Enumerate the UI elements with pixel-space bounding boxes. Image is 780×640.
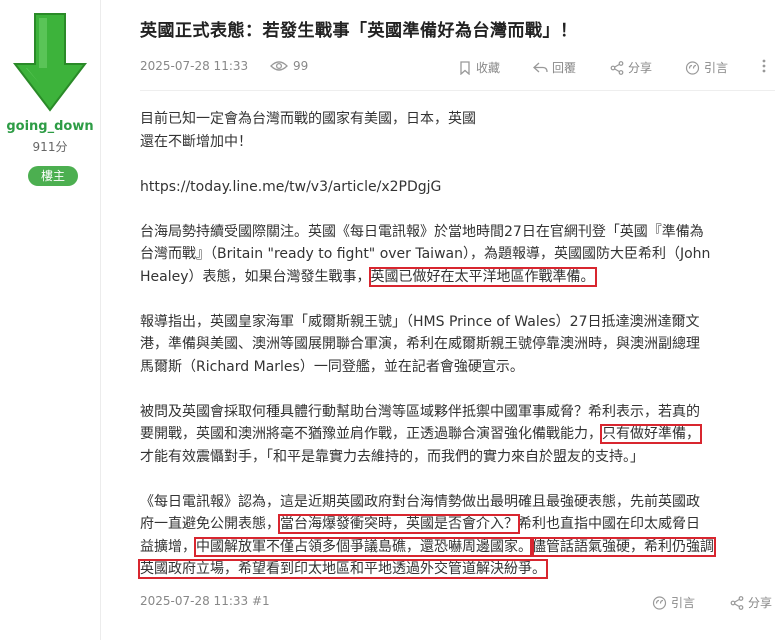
reply-icon [533, 62, 548, 72]
view-count: 99 [270, 59, 308, 73]
bookmark-button[interactable]: 收藏 [458, 59, 500, 76]
highlighted-text: 儘管話語氣強硬，希利仍強調 [530, 536, 716, 557]
reply-button[interactable]: 回覆 [533, 59, 576, 76]
article-link[interactable]: https://today.line.me/tw/v3/article/x2PD… [140, 176, 772, 199]
post-reference[interactable]: 2025-07-28 11:33 #1 [140, 594, 270, 608]
quote-label: 引言 [704, 61, 729, 75]
footer-quote-label: 引言 [671, 596, 696, 610]
highlighted-text: 只有做好準備， [600, 424, 702, 444]
post-meta: 2025-07-28 11:33 99 收藏 回覆 分享 引言 [140, 57, 775, 77]
text-span: 要開戰，英國和澳洲將毫不猶豫並肩作戰，正透過聯合演習強化備戰能力， [140, 426, 602, 442]
post-footer: 2025-07-28 11:33 #1 引言 分享 [140, 592, 775, 612]
text-span: Healey）表態，如果台灣發生戰事， [140, 268, 371, 285]
header-divider [140, 90, 775, 91]
post-content: 目前已知一定會為台灣而戰的國家有美國，日本，英國 還在不斷增加中！ https:… [138, 108, 772, 581]
highlighted-text: 英國政府立場，希望看到印太地區和平地透過外交管道解決紛爭。 [138, 559, 548, 579]
content-line: 還在不斷增加中！ [140, 133, 252, 150]
quote-button[interactable]: 引言 [685, 59, 728, 76]
author-name[interactable]: going_down [0, 119, 100, 134]
share-label: 分享 [628, 61, 653, 75]
bookmark-label: 收藏 [476, 61, 501, 75]
more-vertical-icon [762, 59, 766, 73]
footer-share-label: 分享 [748, 596, 773, 610]
content-line: 馬爾斯（Richard Marles）一同登艦，並在記者會強硬宣示。 [140, 358, 524, 375]
quote-icon [652, 595, 667, 610]
bookmark-icon [460, 60, 470, 75]
share-icon [610, 60, 624, 75]
more-options-button[interactable] [762, 59, 766, 73]
content-line: 報導指出，英國皇家海軍「威爾斯親王號」（HMS Prince of Wales）… [140, 313, 700, 330]
author-panel: going_down 911分 樓主 [0, 0, 101, 640]
post-title: 英國正式表態：若發生戰事「英國準備好為台灣而戰」！ [140, 21, 578, 41]
footer-quote-button[interactable]: 引言 [652, 594, 695, 611]
text-span: 希利也直指中國在印太威脅日 [518, 516, 700, 532]
content-line: 英國政府立場，希望看到印太地區和平地透過外交管道解決紛爭。 [138, 558, 772, 581]
post-date: 2025-07-28 11:33 [140, 59, 249, 73]
content-line: Healey）表態，如果台灣發生戰事，英國已做好在太平洋地區作戰準備。 [140, 266, 772, 289]
op-badge: 樓主 [28, 166, 78, 186]
content-line: 台灣而戰』（Britain "ready to fight" over Taiw… [140, 246, 711, 262]
highlighted-text: 中國解放軍不僅占領多個爭議島礁，還恐嚇周邊國家。 [194, 536, 534, 557]
green-down-arrow-icon [12, 13, 88, 112]
share-button[interactable]: 分享 [610, 59, 652, 76]
quote-icon [685, 60, 700, 75]
footer-share-button[interactable]: 分享 [730, 594, 772, 611]
content-line: 府一直避免公開表態，當台海爆發衝突時，英國是否會介入？希利也直指中國在印太威脅日 [140, 513, 772, 536]
content-line: 台海局勢持續受國際關注。英國《每日電訊報》於當地時間27日在官網刊登「英國『準備… [140, 223, 704, 240]
share-icon [730, 595, 744, 610]
content-line: 才能有效震懾對手，「和平是靠實力去維持的，而我們的實力來自於盟友的支持。」 [140, 448, 644, 465]
content-line: 要開戰，英國和澳洲將毫不猶豫並肩作戰，正透過聯合演習強化備戰能力，只有做好準備， [140, 423, 772, 446]
content-line: 港，準備與美國、澳洲等國展開聯合軍演，希利在威爾斯親王號停靠澳洲時，與澳洲副總理 [140, 336, 700, 352]
highlighted-text: 當台海爆發衝突時，英國是否會介入？ [278, 514, 520, 534]
content-line: 目前已知一定會為台灣而戰的國家有美國，日本，英國 [140, 111, 476, 127]
highlighted-text: 英國已做好在太平洋地區作戰準備。 [368, 266, 597, 287]
text-span: 府一直避免公開表態， [140, 516, 280, 532]
content-line: 被問及英國會採取何種具體行動幫助台灣等區域夥伴抵禦中國軍事威脅？希利表示，若真的 [140, 403, 700, 420]
post-main: 英國正式表態：若發生戰事「英國準備好為台灣而戰」！ 2025-07-28 11:… [100, 0, 780, 640]
avatar[interactable] [12, 12, 88, 112]
content-line: 益擴增，中國解放軍不僅占領多個爭議島礁，還恐嚇周邊國家。儘管話語氣強硬，希利仍強… [140, 536, 772, 559]
content-line: 《每日電訊報》認為，這是近期英國政府對台海情勢做出最明確且最強硬表態，先前英國政 [140, 493, 700, 510]
view-count-value: 99 [293, 59, 309, 73]
author-score: 911分 [32, 140, 68, 154]
text-span: 益擴增， [140, 538, 196, 555]
reply-label: 回覆 [552, 61, 577, 75]
eye-icon [270, 61, 288, 71]
